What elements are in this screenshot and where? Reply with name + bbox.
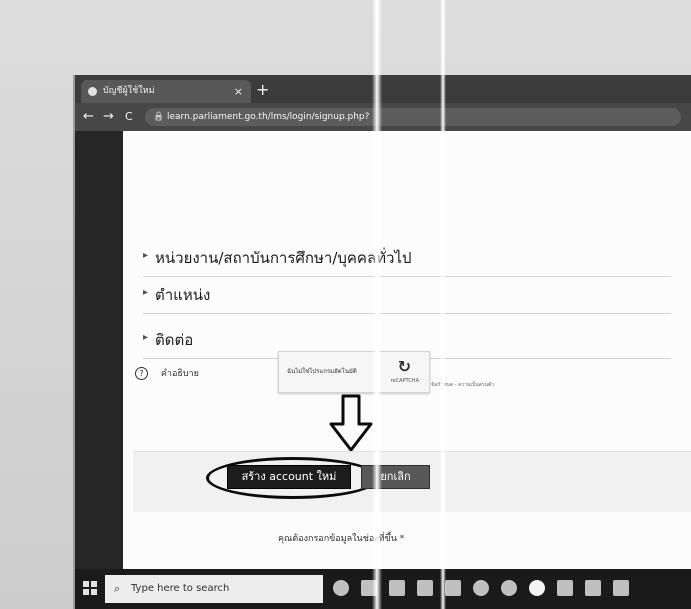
recaptcha-logo-icon: ↻: [397, 357, 411, 376]
search-icon: ⌕: [114, 582, 121, 595]
recaptcha-widget[interactable]: ฉันไม่ใช่โปรแกรมอัตโนมัติ ↻ reCAPTCHA: [278, 351, 430, 393]
url-field[interactable]: 🔒 learn.parliament.go.th/lms/login/signu…: [145, 108, 681, 126]
tab-close-icon[interactable]: ×: [234, 80, 243, 103]
forward-arrow-icon[interactable]: →: [103, 103, 114, 131]
expand-arrow-icon: ▸: [143, 250, 149, 261]
windows-start-icon[interactable]: [83, 581, 97, 595]
form-button-bar: สร้าง account ใหม่ ยกเลิก: [133, 451, 691, 512]
recaptcha-terms[interactable]: ข้อกำหนด - ความเป็นส่วนตัว: [431, 381, 494, 389]
recaptcha-label: ฉันไม่ใช่โปรแกรมอัตโนมัติ: [287, 368, 357, 375]
cancel-button[interactable]: ยกเลิก: [361, 465, 430, 489]
field-label: หน่วยงาน/สถาบันการศึกษา/บุคคลทั่วไป: [155, 249, 412, 267]
app-icon[interactable]: [501, 580, 517, 596]
app-icon-2[interactable]: [613, 580, 629, 596]
help-row: ? คำอธิบาย: [135, 366, 199, 380]
word-icon[interactable]: [557, 580, 573, 596]
new-tab-button[interactable]: +: [256, 80, 269, 100]
task-view-icon[interactable]: [361, 580, 377, 596]
field-organization[interactable]: ▸ หน่วยงาน/สถาบันการศึกษา/บุคคลทั่วไป: [143, 244, 671, 277]
cortana-icon[interactable]: [333, 580, 349, 596]
chrome-icon[interactable]: [529, 580, 545, 596]
reload-icon[interactable]: C: [125, 103, 133, 131]
lock-icon: 🔒: [153, 112, 165, 122]
browser-tab[interactable]: บัญชีผู้ใช้ใหม่ ×: [81, 80, 251, 103]
down-arrow-icon: [329, 394, 373, 452]
signup-form: ▸ หน่วยงาน/สถาบันการศึกษา/บุคคลทั่วไป ▸ …: [123, 131, 691, 569]
monitor-screen: บัญชีผู้ใช้ใหม่ × + ← → C 🔒 learn.parlia…: [75, 75, 691, 609]
required-fields-note: คุณต้องกรอกข้อมูลในช่องที่ขึ้น *: [278, 534, 405, 544]
edge-icon[interactable]: [473, 580, 489, 596]
help-label: คำอธิบาย: [160, 369, 199, 379]
help-question-icon[interactable]: ?: [135, 367, 148, 380]
calendar-app-icon[interactable]: [389, 580, 405, 596]
store-icon[interactable]: [417, 580, 433, 596]
field-position[interactable]: ▸ ตำแหน่ง: [143, 281, 671, 314]
field-label: ติดต่อ: [155, 331, 194, 349]
back-arrow-icon[interactable]: ←: [83, 103, 94, 131]
windows-taskbar: ⌕ Type here to search: [75, 569, 691, 609]
tab-favicon-icon: [88, 87, 97, 96]
powerpoint-icon[interactable]: [585, 580, 601, 596]
create-account-button[interactable]: สร้าง account ใหม่: [227, 465, 351, 489]
recaptcha-brand: reCAPTCHA: [390, 378, 419, 384]
taskbar-search-box[interactable]: ⌕ Type here to search: [105, 575, 323, 603]
browser-tab-bar: บัญชีผู้ใช้ใหม่ × +: [75, 75, 691, 103]
left-dark-panel: [75, 131, 123, 569]
search-placeholder: Type here to search: [131, 583, 230, 594]
address-bar-row: ← → C 🔒 learn.parliament.go.th/lms/login…: [75, 103, 691, 131]
mail-icon[interactable]: [445, 580, 461, 596]
url-text: learn.parliament.go.th/lms/login/signup.…: [167, 112, 370, 122]
expand-arrow-icon: ▸: [143, 332, 149, 343]
expand-arrow-icon: ▸: [143, 287, 149, 298]
tab-title: บัญชีผู้ใช้ใหม่: [103, 86, 155, 96]
field-label: ตำแหน่ง: [155, 286, 211, 304]
